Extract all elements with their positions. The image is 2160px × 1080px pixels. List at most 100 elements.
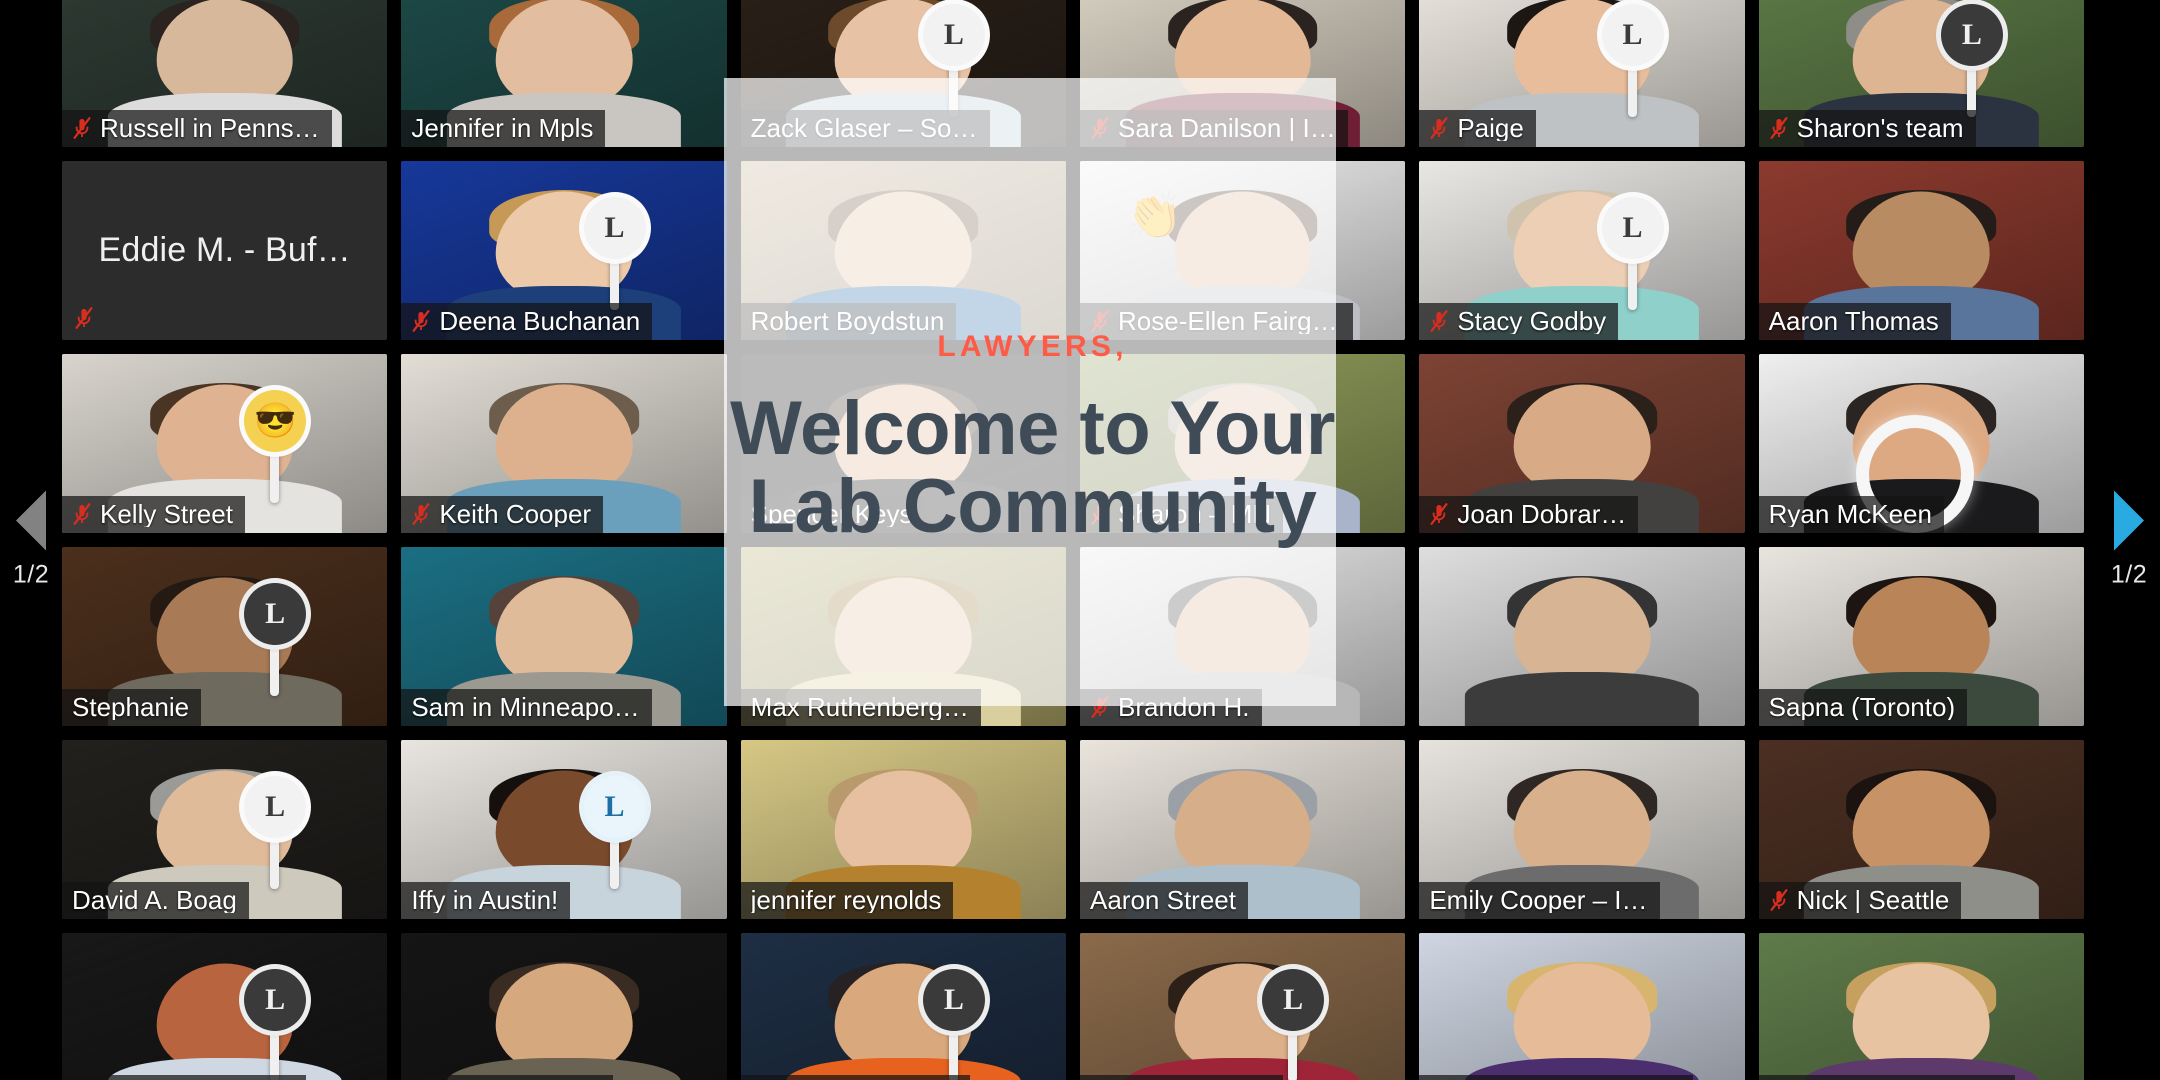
lab-paddle-prop: L xyxy=(1262,968,1325,1031)
participant-name: Paige xyxy=(1457,115,1524,141)
participant-name: Keith Cooper xyxy=(439,501,592,527)
participant-name-bar: Sharon's team xyxy=(1758,110,1976,147)
participant-tile[interactable]: L Ryan R. in CLE xyxy=(740,933,1066,1080)
participant-tile[interactable]: Max Ruthenberg… xyxy=(740,547,1066,726)
mic-muted-icon xyxy=(1769,888,1789,912)
mic-muted-icon xyxy=(1769,116,1789,140)
participant-name: Nick | Seattle xyxy=(1796,887,1950,913)
participant-tile[interactable]: Sara Danilson | I… xyxy=(1080,0,1406,147)
participant-tile[interactable]: L Iffy in Austin! xyxy=(401,740,727,919)
participant-video: L xyxy=(740,933,1066,1080)
participant-tile[interactable]: L Zack Glaser – So… xyxy=(740,0,1066,147)
participant-name-bar: Ryan R. in CLE xyxy=(740,1075,970,1080)
clapping-hands-emoji: 👏 xyxy=(1125,189,1184,242)
lab-paddle-prop: L xyxy=(244,775,307,838)
participant-tile[interactable]: Aaron Street xyxy=(1080,740,1406,919)
participant-name-bar: Sam in Minneapo… xyxy=(401,689,652,726)
participant-tile[interactable]: L Stephanie xyxy=(62,547,388,726)
participant-tile[interactable]: Keith Cooper xyxy=(401,354,727,533)
mic-muted-icon xyxy=(1429,309,1449,333)
participant-video xyxy=(1419,547,1745,726)
lab-paddle-prop: L xyxy=(922,968,985,1031)
participant-tile[interactable]: L Deena Buchanan xyxy=(401,161,727,340)
lab-paddle-prop: L xyxy=(1940,3,2003,66)
video-conference-window: Russell in Penns… Jennifer in Mpls L Zack G… xyxy=(0,0,2160,1080)
participant-tile[interactable]: Robert Boydstun xyxy=(740,161,1066,340)
participant-name: jennifer reynolds xyxy=(750,887,942,913)
participant-name: Jennifer in Mpls xyxy=(411,115,594,141)
participant-tile[interactable]: Brandon H. xyxy=(1080,547,1406,726)
page-indicator-right: 1/2 xyxy=(2110,560,2148,589)
participant-name: Sam in Minneapo… xyxy=(411,694,640,720)
lab-paddle-prop: 😎 xyxy=(244,389,307,452)
lab-paddle-prop: L xyxy=(922,3,985,66)
participant-tile[interactable]: Ryan T. Smith xyxy=(401,933,727,1080)
video-off-placeholder: Eddie M. - Buf… xyxy=(62,161,388,340)
participant-tile[interactable]: Joan Dobrar… xyxy=(1419,354,1745,533)
participant-name-bar: Sapna (Toronto) xyxy=(1758,689,1968,726)
participant-tile[interactable]: L David A. Boag xyxy=(62,740,388,919)
participant-name-bar: Stephanie xyxy=(62,689,202,726)
lab-paddle-prop: L xyxy=(244,968,307,1031)
participant-torso xyxy=(1464,672,1700,726)
participant-name: Sharon's team xyxy=(1796,115,1964,141)
participant-name-bar: Zack Glaser – So… xyxy=(740,110,990,147)
participant-tile[interactable]: 👏 Rose-Ellen Fairgr… xyxy=(1080,161,1406,340)
participant-name: Stephanie xyxy=(72,694,190,720)
participant-name-bar: Keith Cooper xyxy=(401,496,604,533)
participant-tile[interactable]: Sam in Minneapo… xyxy=(401,547,727,726)
participant-tile[interactable]: Ryan McKeen xyxy=(1758,354,2084,533)
participant-tile[interactable]: L Jeremy Danilson xyxy=(62,933,388,1080)
participant-name-bar: Deena Buchanan xyxy=(401,303,653,340)
participant-tile[interactable]: jennifer reynolds xyxy=(740,740,1066,919)
overlay-headline-line2: Lab Community xyxy=(748,463,1317,549)
participant-video xyxy=(1758,933,2084,1080)
participant-name-bar: Iffy in Austin! xyxy=(401,882,571,919)
next-page-control[interactable]: 1/2 xyxy=(2098,490,2160,590)
participant-name-bar: Max Ruthenberg… xyxy=(740,689,981,726)
participant-tile[interactable]: Jennifer in Mpls xyxy=(401,0,727,147)
participant-name-bar: Joan Dobrar… xyxy=(1419,496,1639,533)
participant-tile[interactable]: L Sharon's team xyxy=(1758,0,2084,147)
participant-tile[interactable]: Sapna (Toronto) xyxy=(1758,547,2084,726)
participant-name: Aaron Street xyxy=(1090,887,1236,913)
participant-name-bar: jennifer reynolds xyxy=(740,882,954,919)
participant-name-bar: David A. Boag xyxy=(62,882,249,919)
participant-name: Ryan McKeen xyxy=(1768,501,1932,527)
welcome-overlay-text: LAWYERS, Welcome to Your Lab Community xyxy=(700,330,1365,545)
participant-tile[interactable]: 😎 Kelly Street xyxy=(62,354,388,533)
participant-name: Emily Cooper – I… xyxy=(1429,887,1648,913)
participant-tile[interactable]: Eddie M. - Buf… xyxy=(62,161,388,340)
participant-name: Joan Dobrar… xyxy=(1457,501,1627,527)
participant-name-bar: Aaron Street xyxy=(1080,882,1248,919)
lab-paddle-prop: L xyxy=(1601,3,1664,66)
participant-tile[interactable] xyxy=(1419,547,1745,726)
lab-paddle-prop: L xyxy=(1601,196,1664,259)
participant-tile[interactable]: Russell in Penns… xyxy=(62,0,388,147)
participant-tile[interactable]: Aaron Thomas xyxy=(1758,161,2084,340)
participant-video: L xyxy=(1080,933,1406,1080)
overlay-headline: Welcome to Your Lab Community xyxy=(700,390,1365,545)
participant-tile[interactable]: Emily Cooper – I… xyxy=(1419,740,1745,919)
participant-name: Sapna (Toronto) xyxy=(1768,694,1956,720)
participant-name: Sara Danilson | I… xyxy=(1118,115,1336,141)
participant-name-bar: tamarapester xyxy=(1080,1075,1284,1080)
mute-indicator xyxy=(74,306,94,330)
participant-name: Zack Glaser – So… xyxy=(750,115,978,141)
participant-tile[interactable]: L Paige xyxy=(1419,0,1745,147)
overlay-kicker: LAWYERS, xyxy=(937,330,1128,363)
participant-tile[interactable]: Adri Graves – HOU xyxy=(1419,933,1745,1080)
participant-tile[interactable]: L Stacy Godby xyxy=(1419,161,1745,340)
triangle-right-icon[interactable] xyxy=(2114,490,2144,551)
participant-tile[interactable]: Sarah SE in MN d… xyxy=(1758,933,2084,1080)
participant-name: Max Ruthenberg… xyxy=(750,694,969,720)
mic-muted-icon xyxy=(74,306,94,330)
previous-page-control[interactable]: 1/2 xyxy=(0,490,62,590)
participant-tile[interactable]: Nick | Seattle xyxy=(1758,740,2084,919)
participant-name-bar: Russell in Penns… xyxy=(62,110,332,147)
participant-tile[interactable]: Ltamarapester xyxy=(1080,933,1406,1080)
participant-name-bar: Brandon H. xyxy=(1080,689,1262,726)
participant-name-bar: Ryan McKeen xyxy=(1758,496,1944,533)
participant-name-bar: Sara Danilson | I… xyxy=(1080,110,1348,147)
triangle-left-icon[interactable] xyxy=(16,490,46,551)
